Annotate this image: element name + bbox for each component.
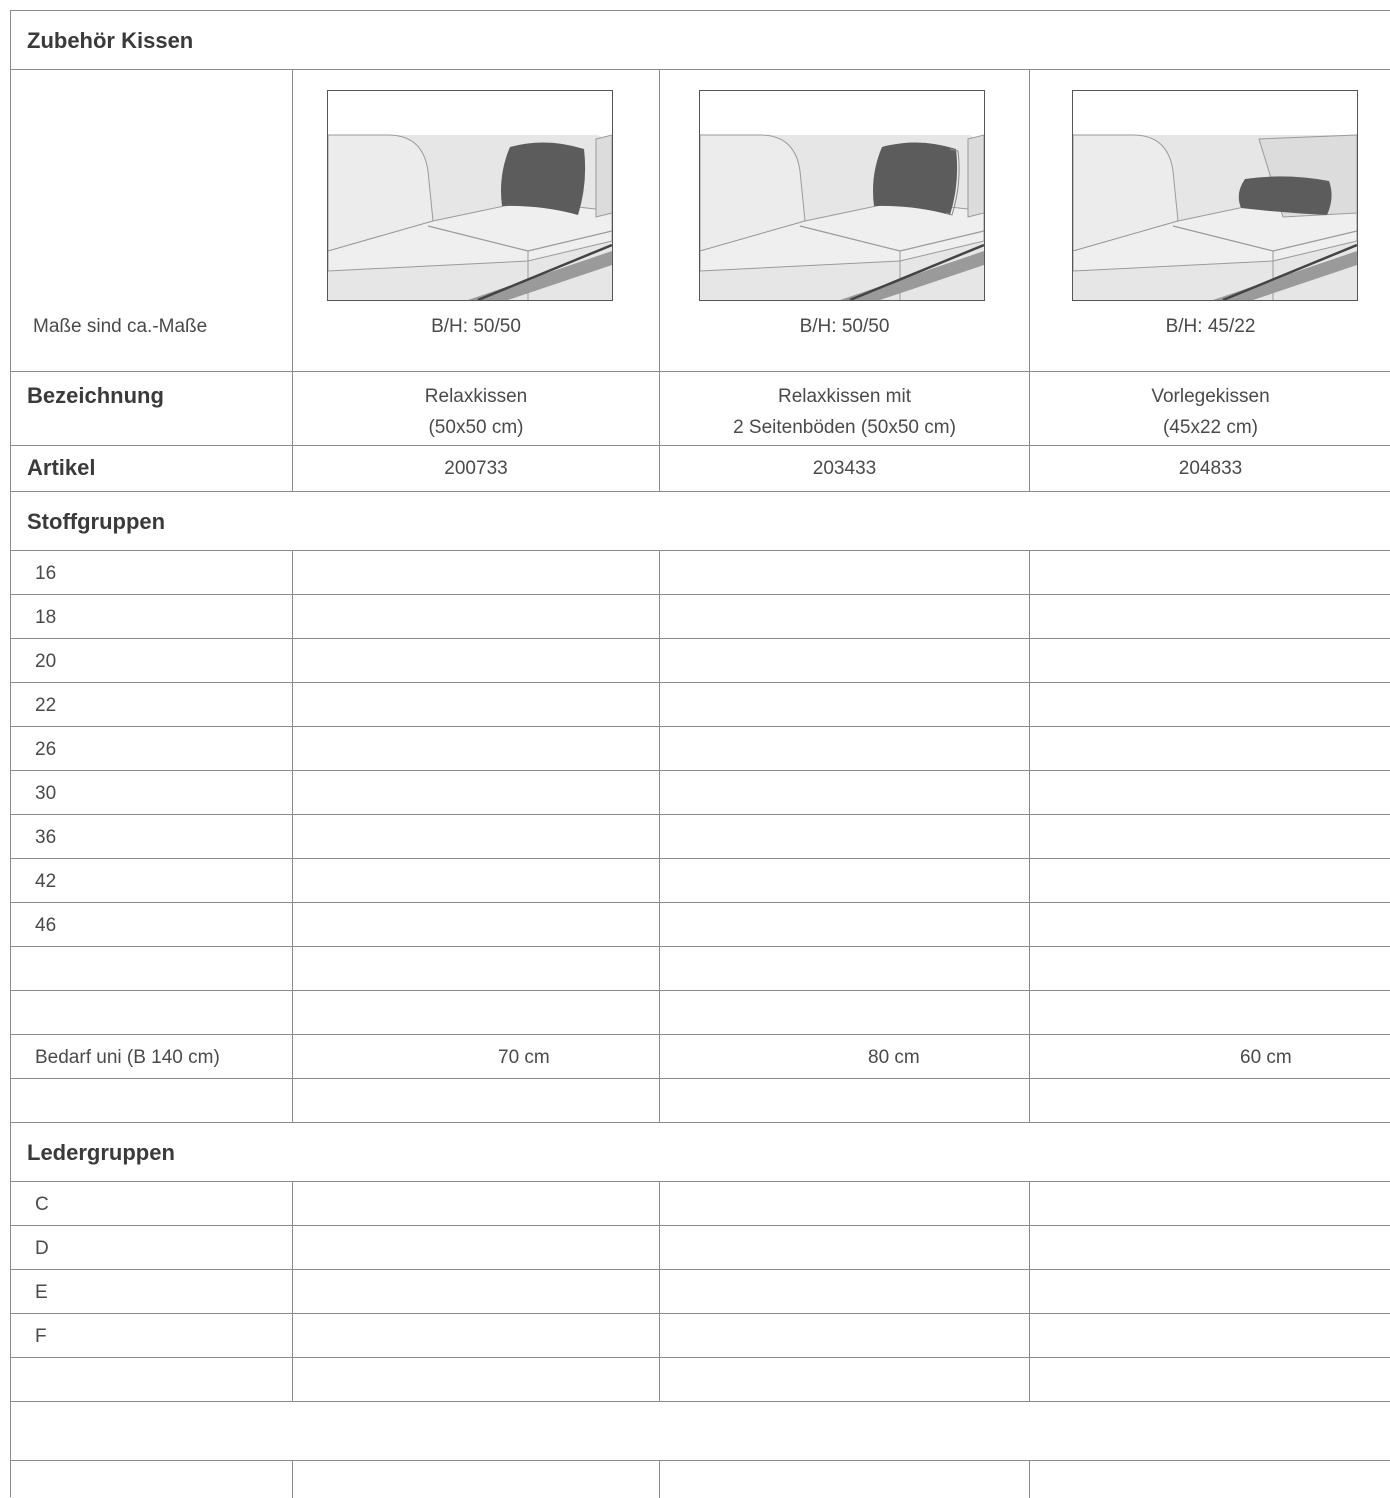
product-cell: B/H: 45/22 xyxy=(1029,70,1390,371)
bedarf-value: 70 cm xyxy=(498,1047,550,1068)
product-size: B/H: 45/22 xyxy=(1165,316,1256,337)
price-table: Zubehör Kissen Maße sind ca.-Maße B/H: 5… xyxy=(10,10,1390,1498)
table-row-empty xyxy=(11,1461,1390,1498)
stoff-group: 42 xyxy=(35,871,57,892)
product-size: B/H: 50/50 xyxy=(431,316,521,337)
table-row: 18 xyxy=(11,595,1390,639)
product-name-line1: Relaxkissen mit xyxy=(777,386,912,407)
pillow-mark xyxy=(1238,176,1332,215)
table-row: D xyxy=(11,1226,1390,1270)
product-name-line1: Vorlegekissen xyxy=(1151,386,1270,407)
stoff-group: 18 xyxy=(35,607,57,628)
title-row: Zubehör Kissen xyxy=(11,11,1390,70)
product-name-line2: 2 Seitenböden (50x50 cm) xyxy=(733,417,956,438)
stoff-group: 30 xyxy=(35,783,57,804)
article-number: 203433 xyxy=(812,458,877,479)
table-row: 22 xyxy=(11,683,1390,727)
product-cell: B/H: 50/50 xyxy=(659,70,1029,371)
bedarf-value: 80 cm xyxy=(868,1047,920,1068)
sofa-drawing xyxy=(328,134,612,300)
sofa-illustration xyxy=(327,90,613,301)
product-cell: B/H: 50/50 xyxy=(292,70,659,371)
sofa-drawing xyxy=(1073,134,1357,300)
product-size: B/H: 50/50 xyxy=(799,316,890,337)
product-name-line2: (50x50 cm) xyxy=(428,417,524,438)
leder-group: D xyxy=(35,1238,49,1259)
bedarf-row: Bedarf uni (B 140 cm) 70 cm 80 cm 60 cm xyxy=(11,1035,1390,1079)
table-row: 36 xyxy=(11,815,1390,859)
table-row: 42 xyxy=(11,859,1390,903)
product-name-line1: Relaxkissen xyxy=(424,386,528,407)
table-row: E xyxy=(11,1270,1390,1314)
stoff-group: 20 xyxy=(35,651,57,672)
stoff-group: 22 xyxy=(35,695,57,716)
stoffgruppen-header: Stoffgruppen xyxy=(11,492,1390,551)
bedarf-label: Bedarf uni (B 140 cm) xyxy=(35,1047,220,1068)
stoff-group: 26 xyxy=(35,739,57,760)
pillow-mark xyxy=(873,142,958,215)
table-row-empty xyxy=(11,991,1390,1035)
stoffgruppen-label: Stoffgruppen xyxy=(27,509,166,534)
stoff-group: 36 xyxy=(35,827,57,848)
table-title: Zubehör Kissen xyxy=(27,28,194,53)
table-row: 26 xyxy=(11,727,1390,771)
table-row: F xyxy=(11,1314,1390,1358)
sofa-illustration xyxy=(1072,90,1358,301)
bezeichnung-row: Bezeichnung Relaxkissen (50x50 cm) Relax… xyxy=(11,372,1390,446)
ledergruppen-label: Ledergruppen xyxy=(27,1140,175,1165)
article-number: 200733 xyxy=(444,458,508,479)
artikel-row: Artikel 200733 203433 204833 xyxy=(11,446,1390,492)
table-row-empty xyxy=(11,947,1390,991)
leder-group: F xyxy=(35,1326,47,1347)
table-row-empty xyxy=(11,1079,1390,1123)
table-row: 20 xyxy=(11,639,1390,683)
bedarf-value: 60 cm xyxy=(1240,1047,1292,1068)
table-row: 16 xyxy=(11,551,1390,595)
product-name-line2: (45x22 cm) xyxy=(1162,417,1259,438)
stoff-group: 16 xyxy=(35,563,57,584)
stoff-group: 46 xyxy=(35,915,57,936)
table-row: 46 xyxy=(11,903,1390,947)
measure-note: Maße sind ca.-Maße xyxy=(33,316,208,337)
leder-group: C xyxy=(35,1194,49,1215)
sofa-illustration xyxy=(699,90,985,301)
table-row: 30 xyxy=(11,771,1390,815)
bezeichnung-label: Bezeichnung xyxy=(27,383,164,408)
article-number: 204833 xyxy=(1178,458,1243,479)
artikel-label: Artikel xyxy=(27,455,96,480)
table-row-empty xyxy=(11,1358,1390,1402)
pillow-mark xyxy=(501,142,586,215)
spacer-row xyxy=(11,1402,1390,1461)
image-row: Maße sind ca.-Maße B/H: 50/50 B/H: 50/50… xyxy=(11,70,1390,372)
sofa-drawing xyxy=(700,134,984,300)
leder-group: E xyxy=(35,1282,48,1303)
ledergruppen-header: Ledergruppen xyxy=(11,1123,1390,1182)
table-row: C xyxy=(11,1182,1390,1226)
